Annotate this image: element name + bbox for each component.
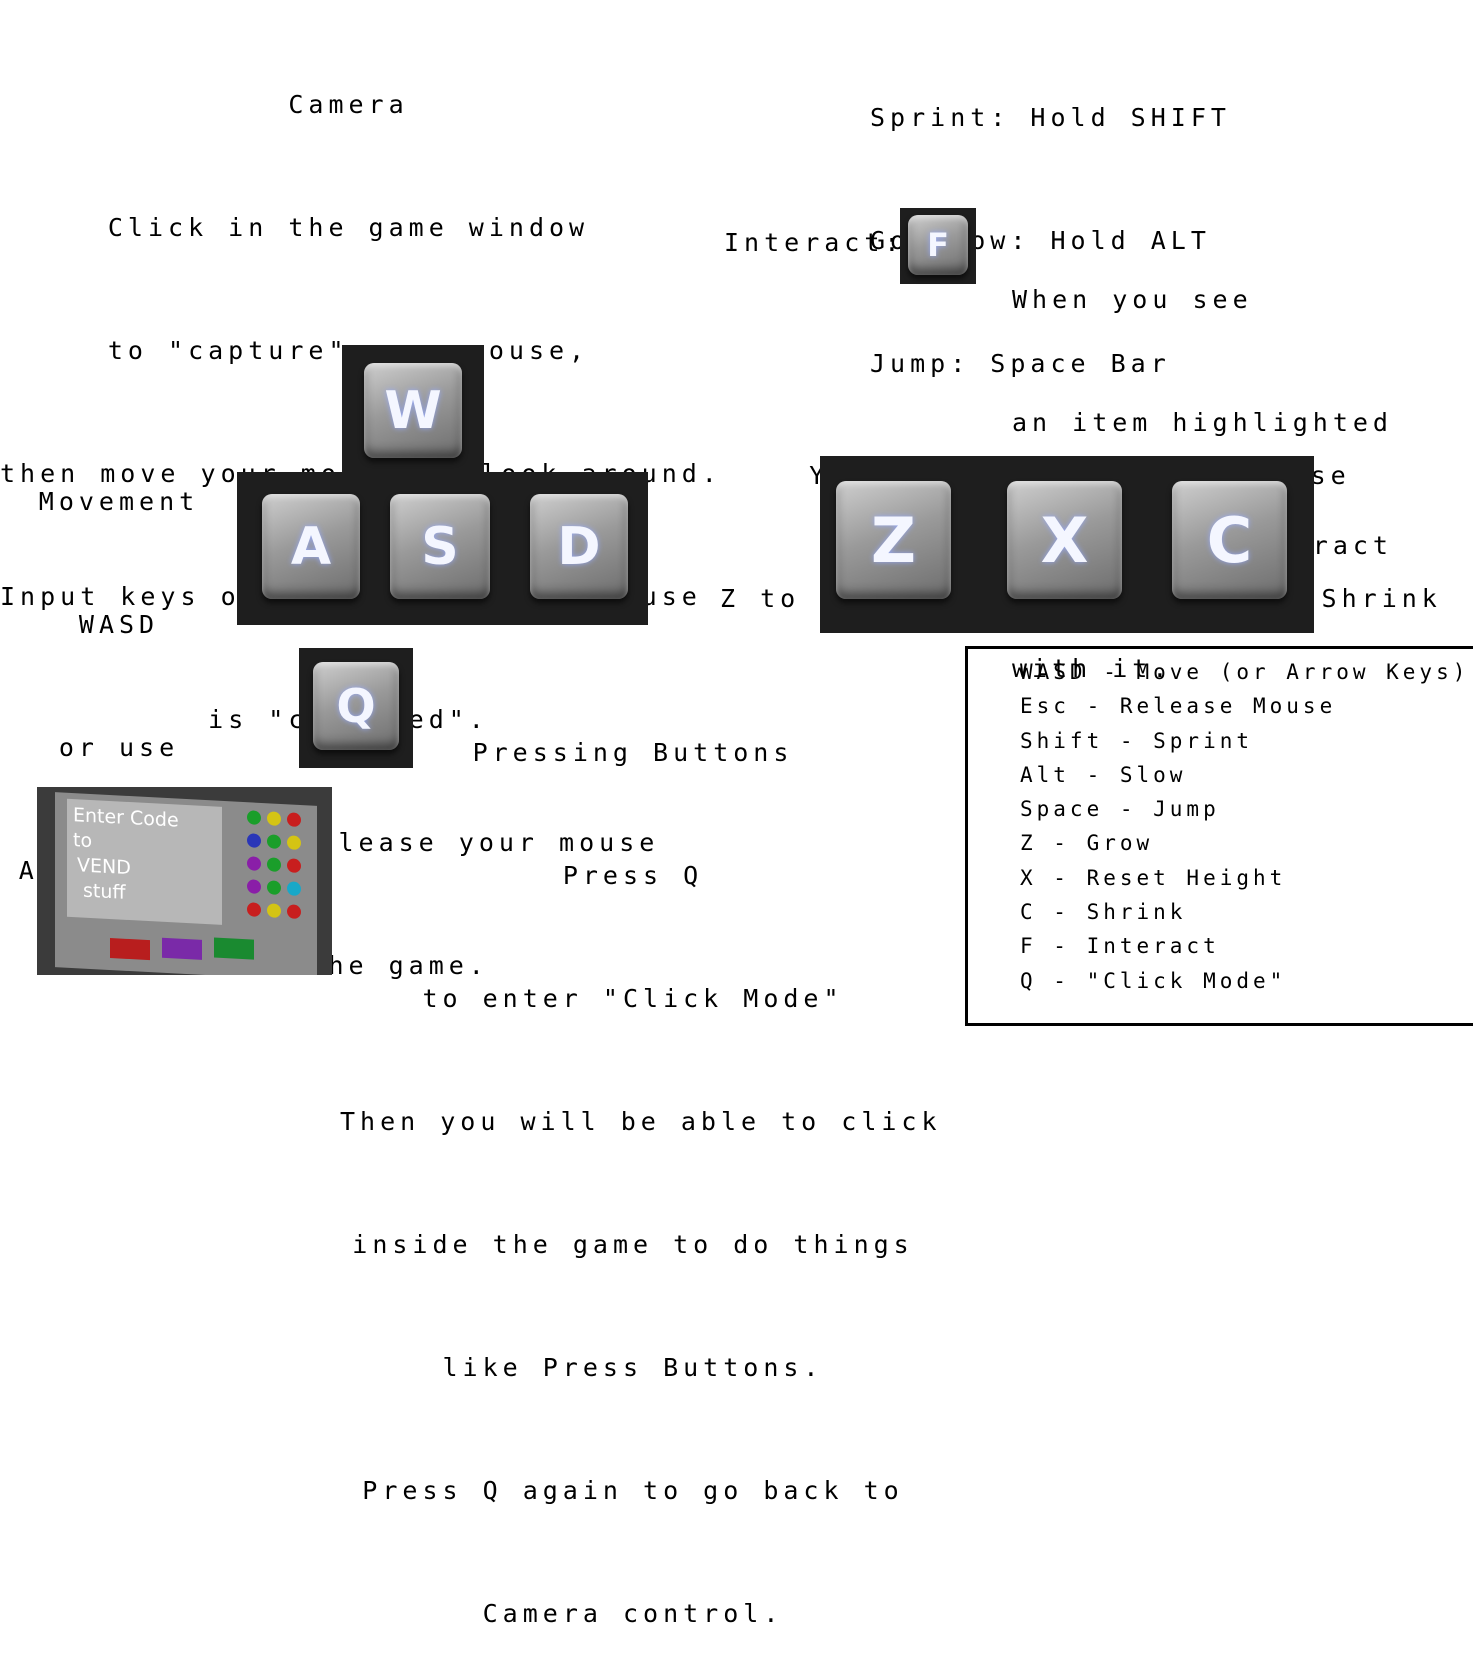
zxc-key-image: Z X C xyxy=(820,456,1314,633)
legend-item: Esc - Release Mouse xyxy=(1020,694,1337,719)
movement-line: WASD xyxy=(78,610,160,639)
interact-label: Interact: xyxy=(724,228,905,257)
z-key: Z xyxy=(836,481,951,599)
camera-line: Click in the game window xyxy=(107,213,590,242)
vending-keypad-button xyxy=(247,810,261,825)
x-key: X xyxy=(1007,481,1122,599)
vending-screen: Enter Code to VEND stuff xyxy=(67,798,222,925)
c-key: C xyxy=(1172,481,1287,599)
vending-keypad-button xyxy=(287,881,301,897)
a-key: A xyxy=(262,494,360,599)
s-key: S xyxy=(390,494,490,599)
controls-legend: WASD - Move (or Arrow Keys) Esc - Releas… xyxy=(1020,655,1469,998)
d-key: D xyxy=(530,494,628,599)
movement-title: Movement xyxy=(38,487,200,516)
camera-title: Camera xyxy=(288,90,409,119)
vending-keypad-button xyxy=(287,812,301,828)
vending-keypad-button xyxy=(287,858,301,874)
vending-keypad-button xyxy=(267,834,281,849)
legend-item: Space - Jump xyxy=(1020,797,1220,822)
buttons-line: like Press Buttons. xyxy=(442,1353,824,1382)
buttons-line: Press Q xyxy=(562,861,704,890)
buttons-line: to enter "Click Mode" xyxy=(422,984,844,1013)
interact-key-image: F xyxy=(900,208,976,284)
vending-keypad-button xyxy=(247,902,261,917)
vending-keypad-button xyxy=(287,835,301,851)
buttons-instructions: Pressing Buttons Press Q to enter "Click… xyxy=(340,650,942,1675)
buttons-line: Then you will be able to click xyxy=(340,1107,942,1136)
interact-line: When you see xyxy=(1012,285,1253,314)
vending-keypad-button xyxy=(247,879,261,894)
vending-keypad-button xyxy=(247,856,261,871)
w-key-image: W xyxy=(342,345,484,475)
sprint-line: Sprint: Hold SHIFT xyxy=(870,103,1231,132)
vending-keypad-button xyxy=(267,903,281,918)
legend-item: Q - "Click Mode" xyxy=(1020,968,1287,993)
w-key: W xyxy=(364,363,462,458)
vending-keypad-button xyxy=(267,811,281,826)
buttons-line: inside the game to do things xyxy=(352,1230,914,1259)
movement-line: or use xyxy=(58,733,180,762)
buttons-title: Pressing Buttons xyxy=(472,738,794,767)
vending-select-button xyxy=(214,937,254,960)
legend-item: Z - Grow xyxy=(1020,831,1154,856)
buttons-line: Camera control. xyxy=(482,1599,784,1628)
legend-item: Shift - Sprint xyxy=(1020,728,1254,753)
legend-item: Alt - Slow xyxy=(1020,762,1187,787)
vending-machine-image: Enter Code to VEND stuff xyxy=(37,787,332,975)
vending-keypad-button xyxy=(267,880,281,895)
vending-panel: Enter Code to VEND stuff xyxy=(55,792,317,975)
vending-keypad-button xyxy=(267,857,281,872)
vending-keypad-button xyxy=(247,833,261,848)
legend-item: WASD - Move (or Arrow Keys) xyxy=(1020,660,1470,684)
f-key: F xyxy=(908,215,968,275)
legend-item: C - Shrink xyxy=(1020,900,1187,925)
legend-item: F - Interact xyxy=(1020,934,1220,959)
buttons-line: Press Q again to go back to xyxy=(362,1476,904,1505)
vending-select-button xyxy=(162,937,202,960)
asd-key-image: A S D xyxy=(237,472,648,625)
vending-select-button xyxy=(110,938,150,961)
legend-item: X - Reset Height xyxy=(1020,865,1287,890)
vending-keypad-button xyxy=(287,904,301,920)
